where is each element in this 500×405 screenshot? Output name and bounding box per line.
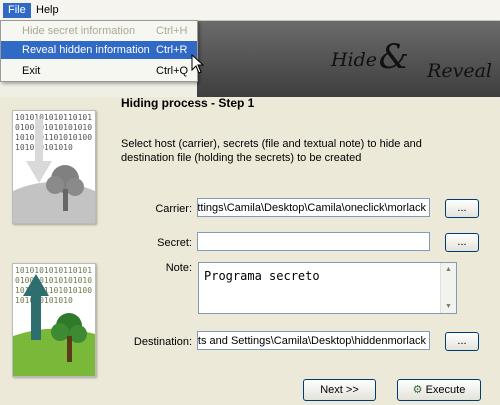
hide-illustration: 1010101010110101010010101010101010101011…: [12, 110, 96, 224]
hide-illustration-graphic: [13, 119, 95, 223]
next-button[interactable]: Next >>: [303, 379, 376, 401]
note-label: Note:: [165, 262, 192, 274]
secret-input[interactable]: [197, 232, 430, 251]
menu-item-exit[interactable]: Exit Ctrl+Q: [1, 62, 197, 80]
file-menu-dropdown: Hide secret information Ctrl+H Reveal hi…: [0, 20, 198, 82]
carrier-value: ettings\Camila\Desktop\Camila\oneclick\m…: [197, 202, 426, 214]
menu-file[interactable]: File: [3, 3, 31, 18]
logo-word-reveal: Reveal: [427, 60, 492, 82]
menu-help[interactable]: Help: [31, 3, 64, 18]
scroll-down-icon[interactable]: ▼: [445, 303, 452, 310]
scroll-up-icon[interactable]: ▲: [445, 266, 452, 273]
carrier-label: Carrier:: [155, 203, 192, 215]
note-scrollbar[interactable]: ▲ ▼: [440, 263, 456, 313]
mouse-cursor-icon: [191, 54, 205, 74]
destination-browse-button[interactable]: ...: [445, 332, 479, 351]
destination-label: Destination:: [133, 336, 192, 348]
execute-label: Execute: [425, 384, 466, 396]
carrier-input[interactable]: ettings\Camila\Desktop\Camila\oneclick\m…: [197, 198, 430, 217]
note-value: Programa secreto: [204, 269, 320, 283]
menu-bar: File Help: [0, 0, 500, 21]
secret-label: Secret:: [157, 237, 192, 249]
reveal-illustration-graphic: [13, 274, 95, 376]
note-textarea[interactable]: Programa secreto ▲ ▼: [198, 262, 457, 314]
menu-item-hide-secret[interactable]: Hide secret information Ctrl+H: [1, 22, 197, 40]
carrier-browse-button[interactable]: ...: [445, 199, 479, 218]
instructions: Select host (carrier), secrets (file and…: [121, 138, 422, 164]
reveal-illustration: 1010101010110101010010101010101010101011…: [12, 263, 96, 377]
menu-item-reveal-hidden[interactable]: Reveal hidden information Ctrl+R: [1, 41, 197, 59]
gear-icon: ⚙: [412, 384, 423, 396]
destination-value: nts and Settings\Camila\Desktop\hiddenmo…: [197, 335, 426, 347]
logo-ampersand: &: [378, 37, 409, 77]
destination-input[interactable]: nts and Settings\Camila\Desktop\hiddenmo…: [197, 331, 430, 350]
app-banner: Hide & Reveal: [197, 21, 500, 97]
secret-browse-button[interactable]: ...: [445, 233, 479, 252]
logo-word-hide: Hide: [330, 49, 377, 71]
step-title: Hiding process - Step 1: [121, 96, 255, 110]
execute-button[interactable]: ⚙ Execute: [397, 379, 481, 401]
